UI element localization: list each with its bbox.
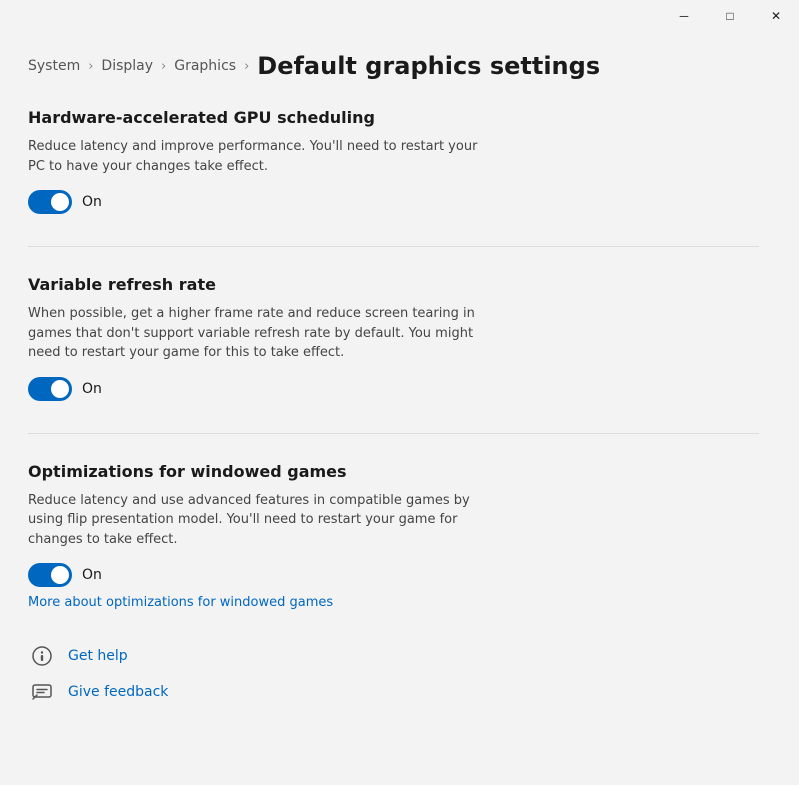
section-windowed-title: Optimizations for windowed games (28, 462, 759, 481)
title-bar: ─ □ ✕ (0, 0, 799, 32)
toggle-windowed-games[interactable] (28, 563, 72, 587)
breadcrumb-sep-2: › (161, 59, 166, 74)
footer-links: Get help Give feedback (28, 642, 759, 706)
section-gpu-scheduling: Hardware-accelerated GPU scheduling Redu… (28, 108, 759, 214)
section-variable-refresh-title: Variable refresh rate (28, 275, 759, 294)
main-content: System › Display › Graphics › Default gr… (0, 32, 799, 785)
toggle-track (28, 190, 72, 214)
section-windowed-games: Optimizations for windowed games Reduce … (28, 462, 759, 611)
toggle-row-gpu: On (28, 190, 759, 214)
divider-2 (28, 433, 759, 434)
section-gpu-scheduling-desc: Reduce latency and improve performance. … (28, 137, 488, 176)
windowed-games-link[interactable]: More about optimizations for windowed ga… (28, 595, 333, 610)
breadcrumb-sep-1: › (88, 59, 93, 74)
get-help-item[interactable]: Get help (28, 642, 759, 670)
toggle-variable-refresh[interactable] (28, 377, 72, 401)
toggle-track-2 (28, 377, 72, 401)
section-variable-refresh-desc: When possible, get a higher frame rate a… (28, 304, 488, 363)
page-title: Default graphics settings (257, 52, 600, 80)
toggle-gpu-scheduling[interactable] (28, 190, 72, 214)
toggle-windowed-label: On (82, 567, 102, 583)
breadcrumb: System › Display › Graphics › Default gr… (28, 52, 759, 80)
breadcrumb-display[interactable]: Display (101, 58, 153, 74)
give-feedback-item[interactable]: Give feedback (28, 678, 759, 706)
toggle-refresh-label: On (82, 381, 102, 397)
toggle-track-3 (28, 563, 72, 587)
breadcrumb-sep-3: › (244, 59, 249, 74)
section-windowed-desc: Reduce latency and use advanced features… (28, 491, 488, 550)
toggle-row-windowed: On (28, 563, 759, 587)
help-icon (28, 642, 56, 670)
breadcrumb-graphics[interactable]: Graphics (174, 58, 236, 74)
maximize-button[interactable]: □ (707, 0, 753, 32)
close-button[interactable]: ✕ (753, 0, 799, 32)
divider-1 (28, 246, 759, 247)
breadcrumb-system[interactable]: System (28, 58, 80, 74)
toggle-row-refresh: On (28, 377, 759, 401)
minimize-button[interactable]: ─ (661, 0, 707, 32)
section-variable-refresh: Variable refresh rate When possible, get… (28, 275, 759, 401)
toggle-thumb (51, 193, 69, 211)
toggle-gpu-label: On (82, 194, 102, 210)
section-gpu-scheduling-title: Hardware-accelerated GPU scheduling (28, 108, 759, 127)
feedback-icon (28, 678, 56, 706)
toggle-thumb-2 (51, 380, 69, 398)
give-feedback-label: Give feedback (68, 684, 168, 700)
get-help-label: Get help (68, 648, 128, 664)
toggle-thumb-3 (51, 566, 69, 584)
